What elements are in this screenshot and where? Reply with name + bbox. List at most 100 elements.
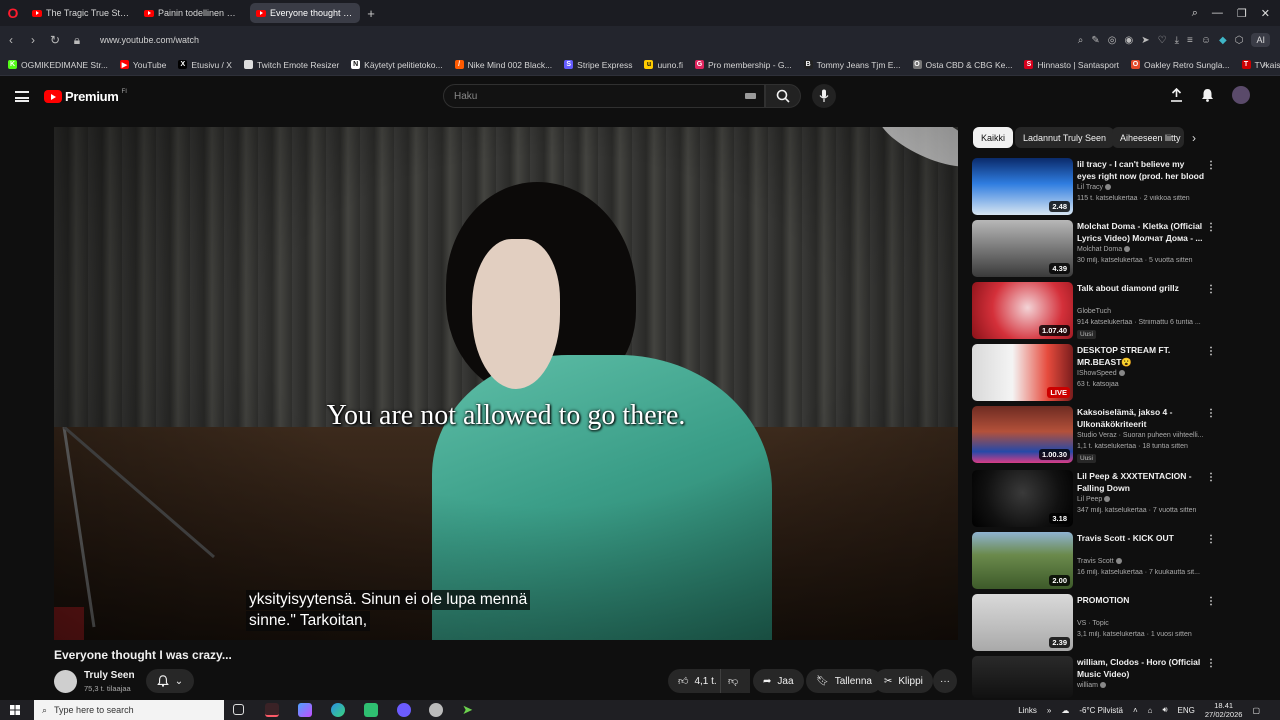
recommendation-title[interactable]: lil tracy - I can't believe my eyes righ… (1077, 158, 1205, 182)
bookmark-item[interactable]: X Etusivu / X (178, 60, 232, 70)
recommendation-menu-icon[interactable]: ⋮ (1206, 658, 1216, 669)
notifications-bell-icon[interactable] (1201, 88, 1214, 102)
tab-1[interactable]: The Tragic True Story of Ju (26, 3, 136, 23)
channel-name[interactable]: Truly Seen (84, 670, 135, 681)
recommendation-item[interactable]: 2.00 Travis Scott - KICK OUT Travis Scott 1… (972, 532, 1217, 590)
bookmark-item[interactable]: Twitch Emote Resizer (243, 60, 339, 70)
recommendation-title[interactable]: Kaksoiselämä, jakso 4 - Ulkonäkökriteeri… (1077, 406, 1205, 430)
video-thumbnail[interactable] (972, 656, 1073, 698)
camera-icon[interactable]: ◎ (1108, 35, 1117, 46)
chip-related[interactable]: Aiheeseen liitty (1112, 127, 1184, 148)
hamburger-menu-icon[interactable] (15, 91, 29, 102)
recommendation-item[interactable]: 3.18 Lil Peep & XXXTENTACION - Falling Do… (972, 470, 1217, 528)
vpn-taskbar-icon[interactable] (429, 703, 443, 717)
extension-icon[interactable]: ◆ (1219, 35, 1227, 46)
share-button[interactable]: ➦ Jaa (753, 669, 804, 693)
reload-icon[interactable]: ↻ (44, 33, 66, 47)
recommendation-channel[interactable]: VS · Topic (1077, 620, 1109, 627)
recommendation-title[interactable]: Molchat Doma - Kletka (Official Lyrics V… (1077, 220, 1205, 244)
recommendation-channel[interactable]: GlobeTuch (1077, 308, 1111, 315)
youtube-premium-logo[interactable]: Premium FI (44, 89, 127, 104)
channel-avatar[interactable] (54, 670, 77, 693)
heart-icon[interactable]: ♡ (1158, 35, 1167, 46)
recommendation-title[interactable]: Lil Peep & XXXTENTACION - Falling Down (1077, 470, 1205, 494)
recommendation-menu-icon[interactable]: ⋮ (1206, 534, 1216, 545)
bookmark-item[interactable]: O Osta CBD & CBG Ke... (912, 60, 1012, 70)
opera-taskbar-icon[interactable] (265, 703, 279, 717)
chip-all[interactable]: Kaikki (973, 127, 1014, 148)
keyboard-icon[interactable] (745, 93, 756, 99)
recommendation-menu-icon[interactable]: ⋮ (1206, 596, 1216, 607)
recommendation-title[interactable]: Travis Scott - KICK OUT (1077, 532, 1205, 544)
tab-3-active[interactable]: Everyone thought I wa (250, 3, 360, 23)
bookmark-item[interactable]: S Stripe Express (564, 60, 632, 70)
tab-2[interactable]: Painin todellinen merkitys (138, 3, 248, 23)
recommendation-channel[interactable]: Travis Scott (1077, 558, 1122, 565)
search-input[interactable]: Haku (443, 84, 765, 108)
recommendation-title[interactable]: DESKTOP STREAM FT. MR.BEAST😮 (1077, 344, 1205, 368)
windows-start-icon[interactable] (10, 705, 20, 715)
copilot-taskbar-icon[interactable] (298, 703, 312, 717)
recommendation-menu-icon[interactable]: ⋮ (1206, 284, 1216, 295)
taskbar-search-input[interactable]: ⌕ Type here to search (34, 700, 224, 720)
upload-icon[interactable] (1170, 88, 1183, 102)
bookmark-item[interactable]: B Tommy Jeans Tjm E... (803, 60, 901, 70)
clock[interactable]: 18.41 27/02/2026 (1205, 701, 1243, 719)
url-field[interactable]: www.youtube.com/watch (100, 35, 199, 45)
recommendation-menu-icon[interactable]: ⋮ (1206, 346, 1216, 357)
recommendation-channel[interactable]: Studio Veraz · Suoran puheen viihteelli.… (1077, 432, 1203, 439)
back-icon[interactable]: ‹ (0, 33, 22, 47)
video-thumbnail[interactable]: 1.00.30 (972, 406, 1073, 463)
search-tabs-icon[interactable]: ⌕ (1192, 7, 1198, 20)
bookmark-item[interactable]: / Nike Mind 002 Black... (454, 60, 552, 70)
bookmark-item[interactable]: ▶ YouTube (119, 60, 166, 70)
video-player[interactable]: You are not allowed to go there. yksityi… (54, 127, 958, 640)
close-window-icon[interactable]: ✕ (1261, 7, 1270, 20)
recommendation-title[interactable]: PROMOTION (1077, 594, 1205, 606)
video-thumbnail[interactable]: 4.39 (972, 220, 1073, 277)
video-thumbnail[interactable]: 2.39 (972, 594, 1073, 651)
recommendation-item[interactable]: 2.39 PROMOTION VS · Topic 3,1 milj. katselu… (972, 594, 1217, 652)
volume-icon[interactable]: 🔊︎ (1163, 705, 1168, 715)
play-taskbar-icon[interactable]: ➤ (462, 703, 476, 717)
recommendation-menu-icon[interactable]: ⋮ (1206, 408, 1216, 419)
task-view-icon[interactable] (233, 704, 244, 715)
recommendation-item[interactable]: 1.00.30 Kaksoiselämä, jakso 4 - Ulkonäkök… (972, 406, 1217, 464)
send-icon[interactable]: ➤ (1141, 35, 1149, 46)
recommendation-channel[interactable]: Lil Tracy (1077, 184, 1112, 191)
recommendation-channel[interactable]: william (1077, 682, 1106, 689)
bookmark-item[interactable]: N Käytetyt pelitietoko... (351, 60, 443, 70)
recommendation-channel[interactable]: Lil Peep (1077, 496, 1111, 503)
recommendation-menu-icon[interactable]: ⋮ (1206, 222, 1216, 233)
download-icon[interactable]: ⤓ (1175, 35, 1179, 46)
account-avatar[interactable] (1232, 86, 1250, 104)
network-icon[interactable]: ⌂ (1148, 706, 1153, 715)
app-taskbar-icon[interactable] (364, 703, 378, 717)
chip-uploaded-by[interactable]: Ladannut Truly Seen (1015, 127, 1115, 148)
tray-chevron-icon[interactable]: ˄ (1133, 706, 1138, 715)
notifications-icon[interactable]: ▢ (1252, 706, 1260, 715)
recommendation-title[interactable]: Talk about diamond grillz (1077, 282, 1205, 294)
recommendation-item[interactable]: 1.07.40 Talk about diamond grillz GlobeTuc… (972, 282, 1217, 340)
links-toolbar[interactable]: Links (1018, 706, 1037, 715)
recommendation-channel[interactable]: IShowSpeed (1077, 370, 1125, 377)
edit-icon[interactable]: ✎ (1091, 35, 1099, 46)
find-icon[interactable]: ⌕ (1078, 35, 1084, 46)
clip-button[interactable]: ✂ Klippi (874, 669, 933, 693)
video-thumbnail[interactable]: 1.07.40 (972, 282, 1073, 339)
recommendation-item[interactable]: 2.48 lil tracy - I can't believe my eyes … (972, 158, 1217, 216)
save-button[interactable]: 🔖︎ Tallenna (806, 669, 882, 693)
recommendation-menu-icon[interactable]: ⋮ (1206, 160, 1216, 171)
chevron-right-icon[interactable]: › (1192, 131, 1196, 145)
ai-button[interactable]: AI (1251, 33, 1270, 47)
subscription-bell-button[interactable]: ⌄ (146, 669, 194, 693)
video-thumbnail[interactable]: 2.00 (972, 532, 1073, 589)
bookmark-item[interactable]: G Pro membership - G... (694, 60, 792, 70)
bookmark-item[interactable]: O Oakley Retro Sungla... (1131, 60, 1230, 70)
edge-taskbar-icon[interactable] (331, 703, 345, 717)
more-actions-button[interactable]: ··· (933, 669, 957, 693)
dislike-button[interactable]: 👎︎ (720, 669, 748, 693)
video-thumbnail[interactable]: 3.18 (972, 470, 1073, 527)
recommendation-title[interactable]: william, Clodos - Horo (Official Music V… (1077, 656, 1205, 680)
recommendation-item[interactable]: william, Clodos - Horo (Official Music V… (972, 656, 1217, 698)
